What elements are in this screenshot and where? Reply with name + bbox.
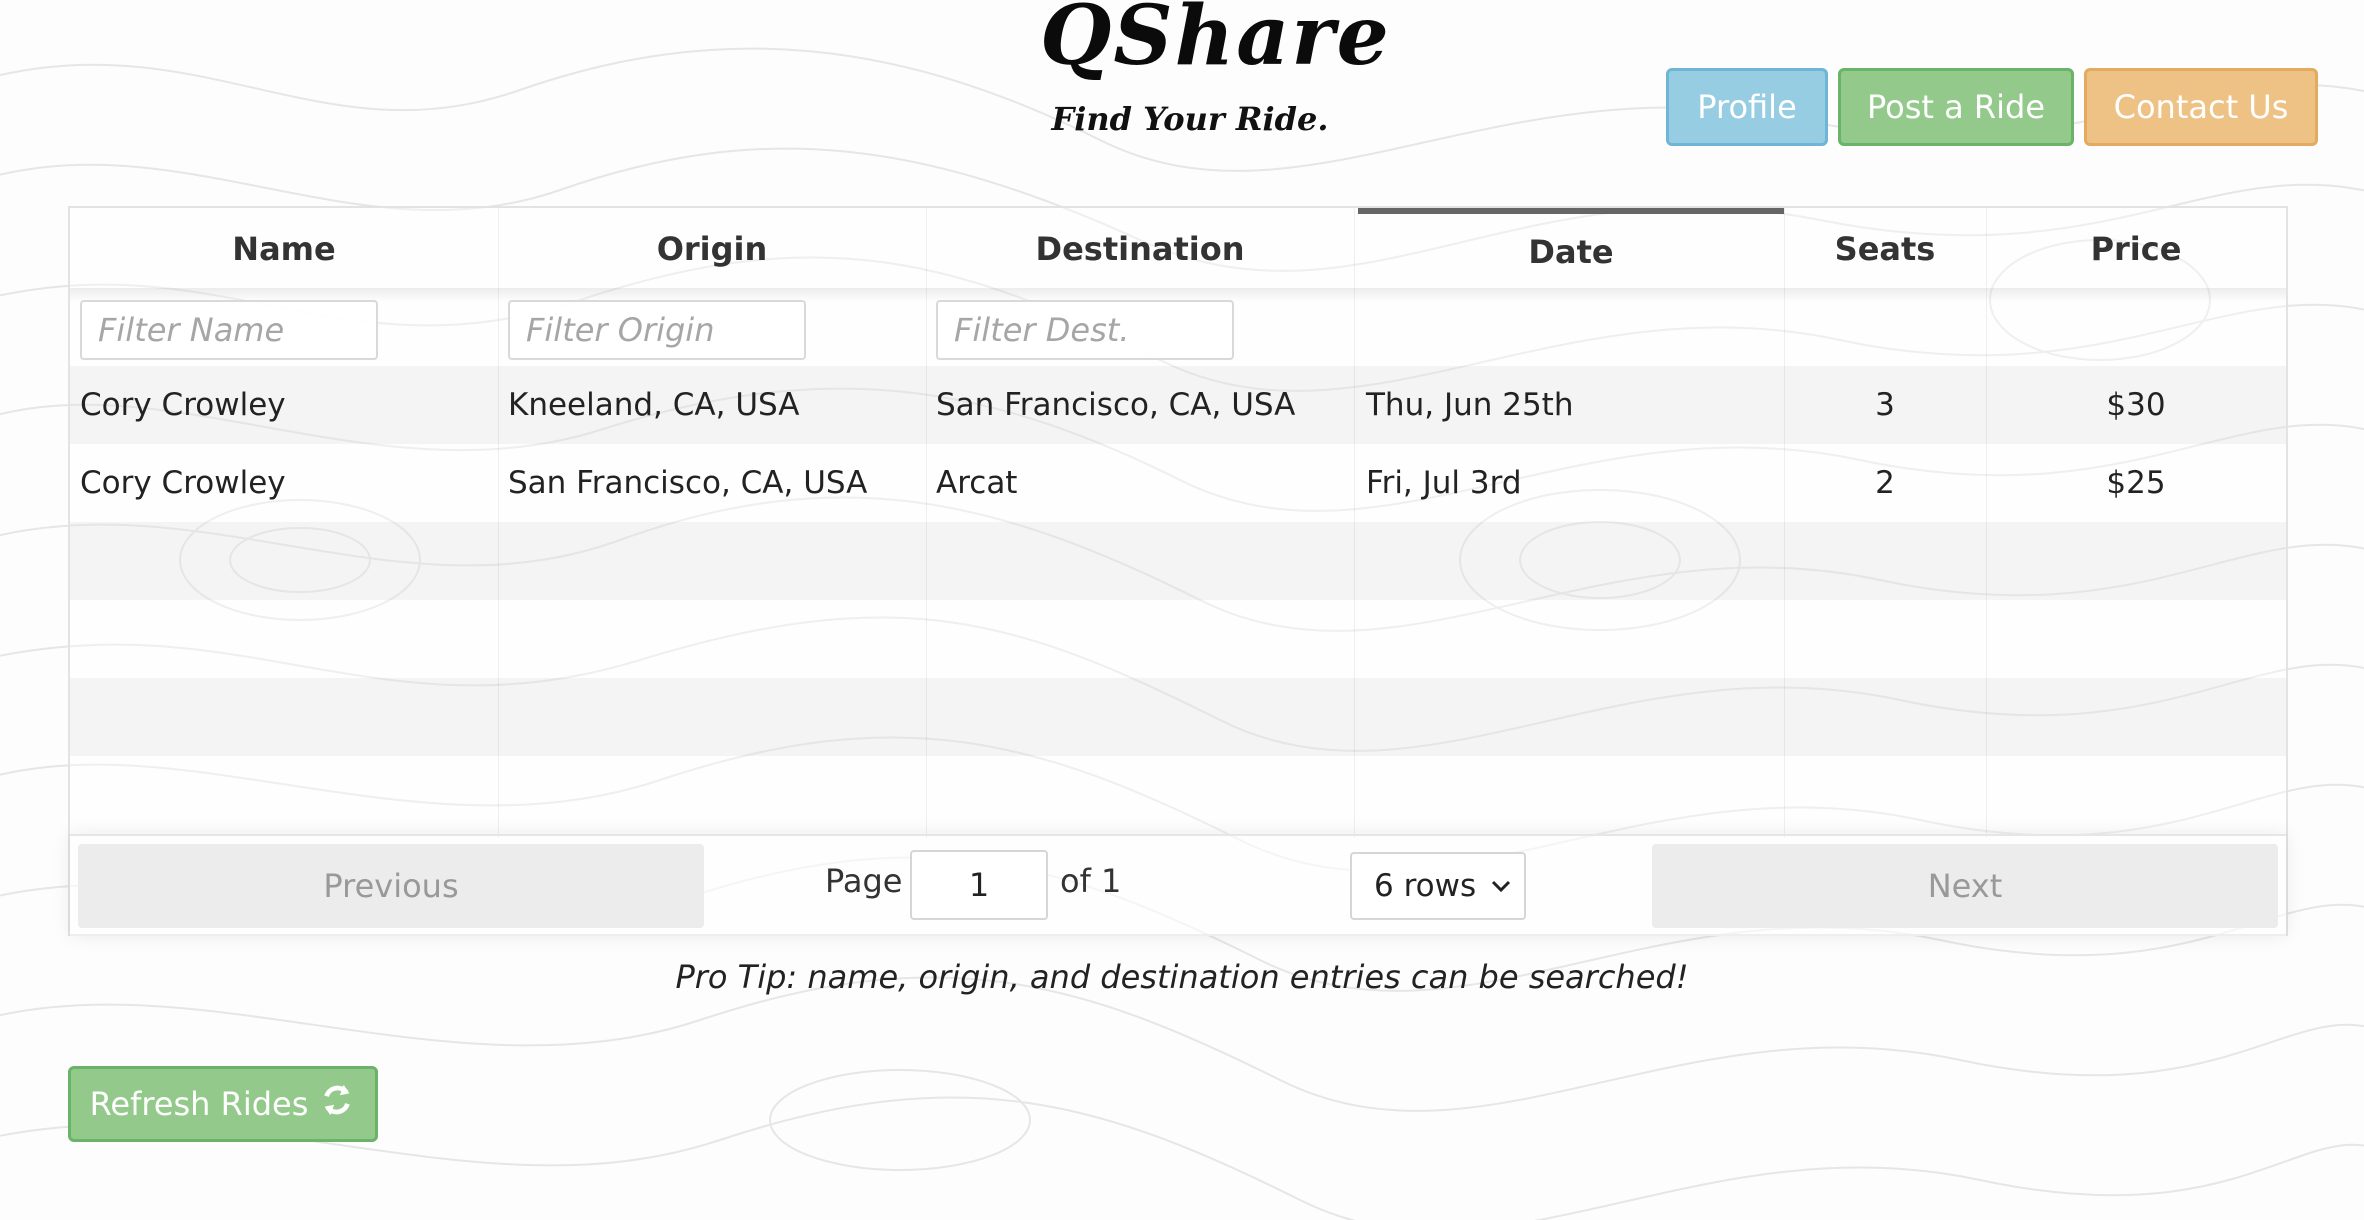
page-label: Page [825, 862, 903, 900]
cell-origin: San Francisco, CA, USA [508, 465, 868, 501]
cell-date: Fri, Jul 3rd [1366, 465, 1522, 501]
empty-row [70, 522, 2286, 600]
previous-button[interactable]: Previous [78, 844, 704, 928]
page-number-input[interactable] [910, 850, 1048, 920]
cell-seats: 2 [1875, 465, 1895, 501]
cell-seats: 3 [1875, 387, 1895, 423]
cell-price: $25 [2106, 465, 2166, 501]
header-name[interactable]: Name [70, 208, 498, 290]
table-row[interactable]: Cory Crowley Kneeland, CA, USA San Franc… [70, 366, 2286, 444]
cell-origin: Kneeland, CA, USA [508, 387, 800, 423]
refresh-icon [318, 1081, 356, 1127]
filter-destination-input[interactable] [936, 300, 1234, 360]
empty-row [70, 756, 2286, 834]
chevron-down-icon [1490, 868, 1512, 911]
logo-title: QShare [1040, 0, 1391, 84]
logo: QShare Find Your Ride. [1040, 0, 1391, 150]
header-origin[interactable]: Origin [498, 208, 926, 290]
profile-button[interactable]: Profile [1666, 68, 1828, 146]
empty-row [70, 678, 2286, 756]
header-date[interactable]: Date [1358, 208, 1784, 290]
refresh-rides-button[interactable]: Refresh Rides [68, 1066, 378, 1142]
empty-row [70, 600, 2286, 678]
cell-price: $30 [2106, 387, 2166, 423]
logo-tagline: Find Your Ride. [1051, 100, 1329, 138]
header-seats[interactable]: Seats [1784, 208, 1986, 290]
cell-name: Cory Crowley [80, 387, 286, 423]
rows-per-page-select[interactable]: 6 rows [1350, 852, 1526, 920]
pro-tip-text: Pro Tip: name, origin, and destination e… [675, 958, 1689, 996]
header-price[interactable]: Price [1986, 208, 2286, 290]
filter-name-input[interactable] [80, 300, 378, 360]
cell-destination: San Francisco, CA, USA [936, 387, 1296, 423]
cell-name: Cory Crowley [80, 465, 286, 501]
cell-destination: Arcat [936, 465, 1018, 501]
pagination-bar: Previous Page of 1 6 rows Next [70, 834, 2286, 936]
rides-table: Name Origin Destination Date Seats Price… [68, 206, 2288, 936]
contact-us-button[interactable]: Contact Us [2084, 68, 2318, 146]
page-total: of 1 [1060, 862, 1122, 900]
cell-date: Thu, Jun 25th [1366, 387, 1574, 423]
post-ride-button[interactable]: Post a Ride [1838, 68, 2074, 146]
rows-per-page-value: 6 rows [1374, 868, 1477, 904]
filter-origin-input[interactable] [508, 300, 806, 360]
refresh-label: Refresh Rides [89, 1085, 309, 1123]
header-destination[interactable]: Destination [926, 208, 1354, 290]
next-button[interactable]: Next [1652, 844, 2278, 928]
table-row[interactable]: Cory Crowley San Francisco, CA, USA Arca… [70, 444, 2286, 522]
